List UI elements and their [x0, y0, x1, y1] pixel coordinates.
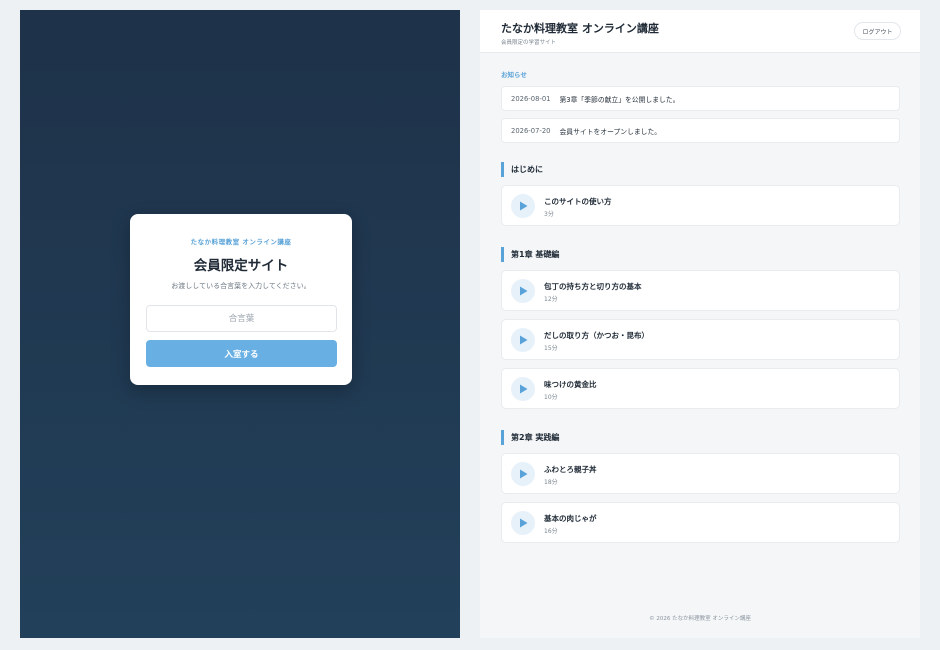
- login-description: お渡ししている合言葉を入力してください。: [171, 282, 311, 290]
- lesson-card[interactable]: 包丁の持ち方と切り方の基本 12分: [501, 270, 900, 311]
- login-card: たなか料理教室 オンライン講座 会員限定サイト お渡ししている合言葉を入力してく…: [130, 214, 352, 385]
- lesson-title: 包丁の持ち方と切り方の基本: [544, 282, 642, 291]
- lesson-duration: 10分: [544, 394, 558, 401]
- enter-button[interactable]: 入室する: [146, 340, 337, 367]
- lesson-title: 味つけの黄金比: [544, 380, 597, 389]
- play-icon[interactable]: [511, 328, 535, 352]
- login-title: 会員限定サイト: [193, 258, 289, 274]
- lesson-card[interactable]: このサイトの使い方 3分: [501, 185, 900, 226]
- chapter-heading: はじめに: [501, 162, 543, 177]
- site-subtitle: 会員限定の学習サイト: [501, 40, 557, 46]
- news-label: お知らせ: [501, 71, 527, 79]
- lesson-duration: 3分: [544, 211, 554, 218]
- lesson-title: ふわとろ親子丼: [544, 465, 597, 474]
- news-text: 第3章「季節の献立」を公開しました。: [559, 95, 680, 104]
- lesson-duration: 15分: [544, 345, 558, 352]
- login-panel: たなか料理教室 オンライン講座 会員限定サイト お渡ししている合言葉を入力してく…: [20, 10, 460, 638]
- lesson-card[interactable]: 味つけの黄金比 10分: [501, 368, 900, 409]
- chapter-heading: 第1章 基礎編: [501, 247, 559, 262]
- play-icon[interactable]: [511, 279, 535, 303]
- password-input[interactable]: [146, 305, 337, 332]
- login-brand: たなか料理教室 オンライン講座: [190, 238, 292, 246]
- news-date: 2026-08-01: [511, 94, 551, 103]
- footer-copyright: © 2026 たなか料理教室 オンライン講座: [649, 616, 751, 622]
- lesson-title: だしの取り方（かつお・昆布）: [544, 331, 649, 340]
- news-date: 2026-07-20: [511, 126, 551, 135]
- news-item: 2026-08-01 第3章「季節の献立」を公開しました。: [501, 86, 900, 111]
- lesson-duration: 16分: [544, 528, 558, 535]
- play-icon[interactable]: [511, 377, 535, 401]
- lesson-duration: 18分: [544, 479, 558, 486]
- play-icon[interactable]: [511, 194, 535, 218]
- news-item: 2026-07-20 会員サイトをオープンしました。: [501, 118, 900, 143]
- play-icon[interactable]: [511, 462, 535, 486]
- lesson-card[interactable]: ふわとろ親子丼 18分: [501, 453, 900, 494]
- logout-button[interactable]: ログアウト: [854, 22, 901, 40]
- site-title: たなか料理教室 オンライン講座: [501, 22, 659, 35]
- site-header: たなか料理教室 オンライン講座 会員限定の学習サイト ログアウト: [480, 10, 920, 53]
- lesson-card[interactable]: だしの取り方（かつお・昆布） 15分: [501, 319, 900, 360]
- member-page: たなか料理教室 オンライン講座 会員限定の学習サイト ログアウト お知らせ 20…: [480, 10, 920, 638]
- lesson-title: このサイトの使い方: [544, 197, 612, 206]
- lesson-card[interactable]: 基本の肉じゃが 16分: [501, 502, 900, 543]
- lesson-title: 基本の肉じゃが: [544, 514, 597, 523]
- lesson-duration: 12分: [544, 296, 558, 303]
- news-text: 会員サイトをオープンしました。: [559, 127, 662, 136]
- chapter-heading: 第2章 実践編: [501, 430, 559, 445]
- play-icon[interactable]: [511, 511, 535, 535]
